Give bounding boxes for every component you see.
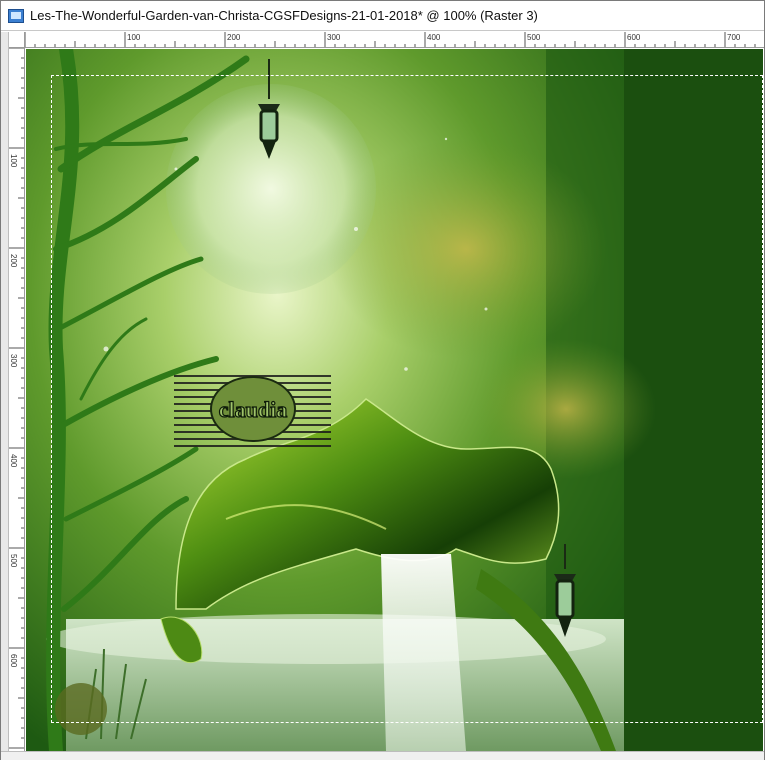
watermark-text: claudia xyxy=(219,397,287,422)
image-document-icon xyxy=(8,8,24,24)
vruler-label-400: 400 xyxy=(9,454,18,468)
window-bottom-edge xyxy=(1,751,764,760)
ruler-label-300: 300 xyxy=(327,33,341,42)
ruler-label-600: 600 xyxy=(627,33,641,42)
ruler-label-700: 700 xyxy=(727,33,741,42)
ruler-corner xyxy=(9,32,25,48)
title-bar[interactable]: Les-The-Wonderful-Garden-van-Christa-CGS… xyxy=(1,1,764,31)
image-window[interactable]: Les-The-Wonderful-Garden-van-Christa-CGS… xyxy=(0,0,765,760)
ruler-label-400: 400 xyxy=(427,33,441,42)
vertical-ruler[interactable]: 100 200 300 400 500 600 xyxy=(9,48,25,751)
vruler-label-300: 300 xyxy=(9,354,18,368)
image-canvas[interactable]: claudia xyxy=(26,49,763,751)
vruler-label-500: 500 xyxy=(9,554,18,568)
ruler-label-200: 200 xyxy=(227,33,241,42)
window-title: Les-The-Wonderful-Garden-van-Christa-CGS… xyxy=(30,8,538,23)
vruler-label-100: 100 xyxy=(9,154,18,168)
horizontal-ruler[interactable]: 100 200 300 400 500 600 700 xyxy=(25,32,764,48)
ruler-label-100: 100 xyxy=(127,33,141,42)
ruler-label-500: 500 xyxy=(527,33,541,42)
vruler-label-200: 200 xyxy=(9,254,18,268)
panel-edge xyxy=(1,32,9,760)
vruler-label-600: 600 xyxy=(9,654,18,668)
